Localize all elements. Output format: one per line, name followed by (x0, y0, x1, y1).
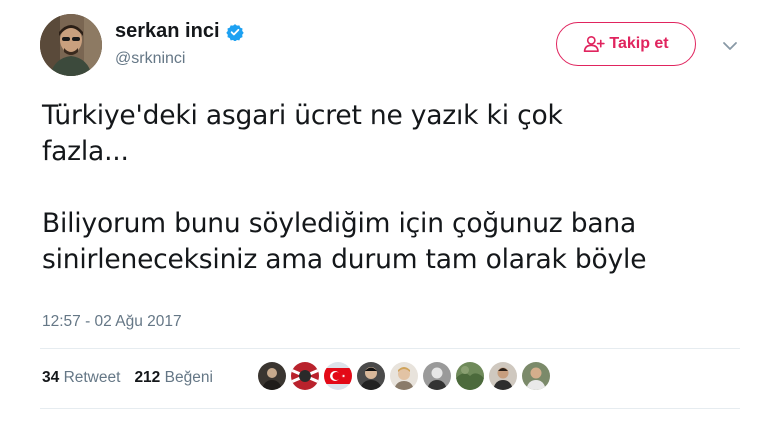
liker-avatar-6[interactable] (423, 362, 451, 390)
author-avatar-image (40, 14, 102, 76)
follow-button-label: Takip et (609, 35, 669, 52)
like-count: 212 (134, 369, 161, 386)
tweet-text: Türkiye'deki asgari ücret ne yazık ki ço… (42, 100, 647, 275)
liker-avatar-5[interactable] (390, 362, 418, 390)
retweet-stat[interactable]: 34 Retweet (42, 369, 120, 387)
liker-avatar-turkish-flag[interactable] (324, 362, 352, 390)
author-name[interactable]: serkan inci (115, 20, 220, 43)
liker-avatar-4[interactable] (357, 362, 385, 390)
liker-avatar-1[interactable] (258, 362, 286, 390)
like-label: Beğeni (164, 369, 213, 386)
likers-avatars (258, 362, 550, 390)
retweet-count: 34 (42, 369, 60, 386)
follow-button[interactable]: Takip et (556, 22, 696, 66)
verified-badge-icon (225, 23, 244, 41)
author-name-row[interactable]: serkan inci (115, 20, 244, 43)
tweet-stats: 34 Retweet 212 Beğeni (42, 369, 213, 387)
chevron-down-icon[interactable] (720, 36, 740, 56)
like-stat[interactable]: 212 Beğeni (134, 369, 212, 387)
author-avatar[interactable] (40, 14, 102, 76)
divider-bottom (40, 408, 740, 409)
add-user-icon (584, 35, 606, 53)
liker-avatar-9[interactable] (522, 362, 550, 390)
tweet-timestamp[interactable]: 12:57 - 02 Ağu 2017 (42, 313, 182, 331)
divider-top (40, 348, 740, 349)
liker-avatar-8[interactable] (489, 362, 517, 390)
liker-avatar-7[interactable] (456, 362, 484, 390)
retweet-label: Retweet (63, 369, 121, 386)
author-handle[interactable]: @srkninci (115, 50, 185, 68)
liker-avatar-2[interactable] (291, 362, 319, 390)
